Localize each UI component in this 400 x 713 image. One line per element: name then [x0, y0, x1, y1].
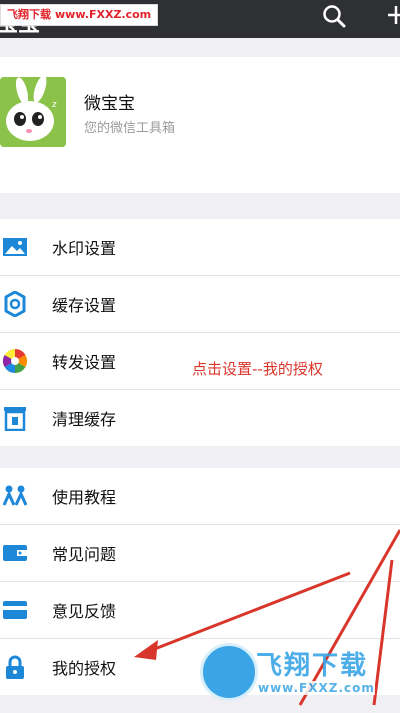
wallet-icon	[3, 545, 27, 561]
watermark-banner-site: www.FXXZ.com	[55, 8, 152, 21]
profile-name: 微宝宝	[84, 94, 135, 114]
top-bar: 宝宝 飞翔下载www.FXXZ.com	[0, 0, 400, 38]
avatar: z	[0, 77, 66, 147]
aperture-icon	[2, 349, 28, 373]
watermark-circle-icon	[200, 643, 258, 701]
menu-item-label: 我的授权	[52, 659, 117, 678]
watermark-logo: 飞翔下载 www.FXXZ.com	[196, 641, 396, 703]
menu-item-feedback[interactable]: 意见反馈	[0, 582, 400, 639]
profile-subtitle: 您的微信工具箱	[84, 121, 176, 136]
menu-item-label: 常见问题	[52, 545, 117, 564]
watermark-brand: 飞翔下载	[256, 651, 369, 681]
image-icon	[3, 238, 27, 256]
watermark-site: www.FXXZ.com	[258, 681, 375, 695]
watermark-banner-label: 飞翔下载	[7, 8, 51, 21]
profile-card[interactable]: z 微宝宝 您的微信工具箱	[0, 57, 400, 193]
menu-item-watermark-settings[interactable]: 水印设置	[0, 219, 400, 276]
menu-item-label: 缓存设置	[52, 296, 117, 315]
add-icon[interactable]	[386, 2, 400, 30]
menu-item-tutorial[interactable]: 使用教程	[0, 468, 400, 525]
menu-item-cache-settings[interactable]: 缓存设置	[0, 276, 400, 333]
menu-item-label: 意见反馈	[52, 602, 117, 621]
settings-group: 水印设置 缓存设置 转发设置 清理缓存	[0, 219, 400, 446]
menu-item-label: 转发设置	[52, 353, 117, 372]
svg-text:z: z	[52, 100, 57, 110]
search-icon[interactable]	[320, 2, 348, 30]
card-icon	[3, 601, 27, 619]
watermark-banner: 飞翔下载 www.FXXZ.com	[0, 4, 159, 26]
menu-item-faq[interactable]: 常见问题	[0, 525, 400, 582]
people-icon	[2, 485, 28, 506]
menu-item-label: 使用教程	[52, 488, 117, 507]
menu-item-clear-cache[interactable]: 清理缓存	[0, 390, 400, 446]
gear-icon	[4, 291, 26, 317]
rabbit-avatar-icon: z	[0, 77, 66, 147]
menu-item-label: 清理缓存	[52, 410, 117, 429]
menu-item-label: 水印设置	[52, 239, 117, 258]
annotation-text: 点击设置--我的授权	[192, 360, 323, 378]
trash-icon	[4, 407, 26, 431]
lock-icon	[6, 655, 24, 679]
